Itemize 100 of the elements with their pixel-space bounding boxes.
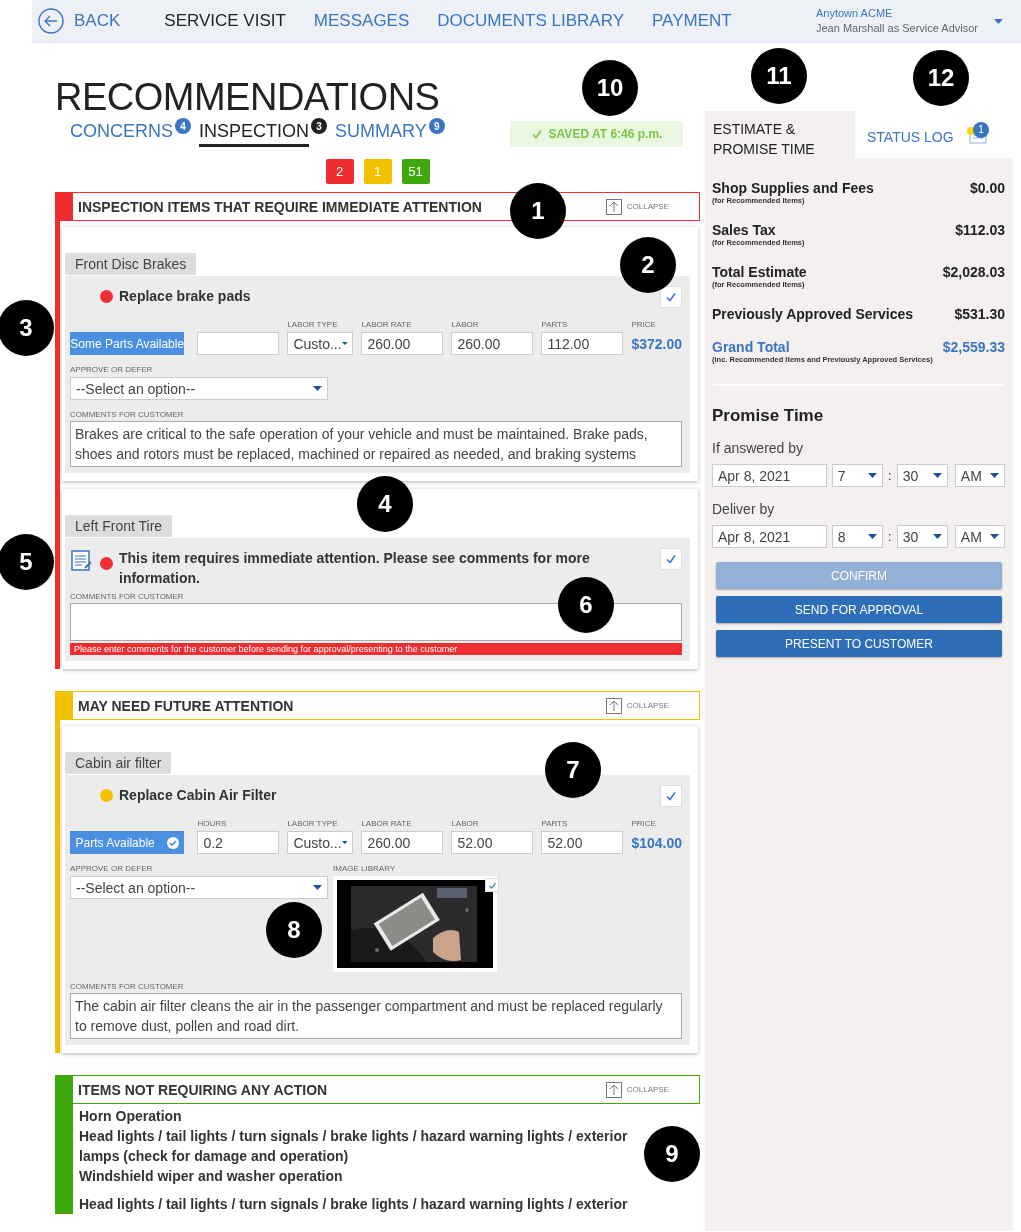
dropdown-caret-icon[interactable] <box>994 18 1003 24</box>
severity-dot <box>100 290 113 303</box>
checkbox[interactable] <box>660 785 682 807</box>
callout-marker: 1 <box>510 183 566 239</box>
nav-link[interactable]: DOCUMENTS LIBRARY <box>437 11 624 31</box>
callout-marker: 10 <box>582 60 638 116</box>
comments-field[interactable]: Brakes are critical to the safe operation of your vehicle and must be maintained. Brake pads, shoes and rotors must be replaced, machined or repaired as needed, and braking systems <box>70 421 682 467</box>
check-icon <box>665 553 677 565</box>
labor-type-select[interactable]: Custo... <box>287 332 354 355</box>
estimate-amount: $2,028.03 <box>942 264 1005 280</box>
field-label: PARTS <box>541 320 568 329</box>
field-label: LABOR TYPE <box>287 320 338 329</box>
promise-label: Deliver by <box>712 501 776 517</box>
category-chip: Left Front Tire <box>65 515 173 537</box>
input-field[interactable]: 0.2 <box>197 831 280 854</box>
back-link[interactable]: BACK <box>38 8 121 34</box>
hour-select[interactable]: 8 <box>831 525 883 548</box>
period-select[interactable]: AM <box>954 525 1005 548</box>
field-label: PARTS <box>541 819 568 828</box>
comments-field[interactable]: The cabin air filter cleans the air in the passenger compartment and must be replaced regularly to remove dust, pollen and road dirt. <box>70 993 682 1039</box>
field-label: COMMENTS FOR CUSTOMER <box>70 982 184 991</box>
estimate-label: Previously Approved Services <box>712 306 915 322</box>
caret-icon <box>990 534 999 539</box>
action-button[interactable]: PRESENT TO CUSTOMER <box>716 630 1002 657</box>
minute-select[interactable]: 30 <box>896 525 948 548</box>
check-icon <box>665 790 677 802</box>
estimate-label: Shop Supplies and Fees <box>712 180 875 196</box>
caret-icon <box>341 840 348 845</box>
field-label: LABOR RATE <box>361 320 412 329</box>
input-field[interactable]: 52.00 <box>451 831 534 854</box>
minute-select[interactable]: 30 <box>896 464 948 487</box>
image-checkbox[interactable] <box>485 878 499 892</box>
collapse-icon <box>605 198 622 215</box>
field-label: COMMENTS FOR CUSTOMER <box>70 410 184 419</box>
section-title: INSPECTION ITEMS THAT REQUIRE IMMEDIATE ATTENTION <box>78 198 482 215</box>
field-label: IMAGE LIBRARY <box>333 864 396 873</box>
count-badge: 1 <box>973 122 989 138</box>
field-label: APPROVE OR DEFER <box>70 864 153 873</box>
checklist-item: Head lights / tail lights / turn signals / brake lights / hazard warning lights / exterior lamps (check for damage and operation) <box>79 1127 629 1166</box>
input-field[interactable] <box>197 332 280 355</box>
notepad-icon[interactable] <box>70 548 94 572</box>
action-button[interactable]: SEND FOR APPROVAL <box>716 596 1002 623</box>
category-chip: Front Disc Brakes <box>65 253 197 275</box>
estimate-label: Sales Tax <box>712 222 777 238</box>
promise-title: Promise Time <box>712 406 825 426</box>
time-separator: : <box>888 468 892 483</box>
page-title: RECOMMENDATIONS <box>55 77 440 117</box>
nav-link[interactable]: SERVICE VISIT <box>164 11 286 31</box>
field-label: LABOR RATE <box>361 819 412 828</box>
count-badge: 4 <box>175 118 191 134</box>
approve-select[interactable]: --Select an option-- <box>70 377 328 400</box>
nav-link[interactable]: PAYMENT <box>652 11 732 31</box>
caret-icon <box>313 885 322 890</box>
estimate-label: Total Estimate <box>712 264 808 280</box>
input-field[interactable]: 260.00 <box>361 332 444 355</box>
input-field[interactable]: 52.00 <box>541 831 624 854</box>
caret-icon <box>313 386 322 391</box>
caret-icon <box>868 473 877 478</box>
price-value: $104.00 <box>631 833 682 853</box>
severity-dot <box>100 789 113 802</box>
promise-label: If answered by <box>712 440 805 456</box>
input-field[interactable]: 112.00 <box>541 332 624 355</box>
approve-select[interactable]: --Select an option-- <box>70 876 328 899</box>
nav-link[interactable]: MESSAGES <box>313 11 410 31</box>
caret-icon <box>932 534 942 539</box>
estimate-label: Grand Total <box>712 339 791 355</box>
input-field[interactable]: 260.00 <box>451 332 534 355</box>
field-label: LABOR TYPE <box>287 819 338 828</box>
estimate-amount: $0.00 <box>969 180 1005 196</box>
estimate-amount: $112.03 <box>955 222 1005 238</box>
estimate-amount: $2,559.33 <box>942 339 1005 355</box>
time-separator: : <box>888 529 892 544</box>
callout-marker: 9 <box>644 1126 700 1182</box>
labor-type-select[interactable]: Custo... <box>287 831 354 854</box>
log-icon <box>967 127 989 145</box>
estimate-amount: $531.30 <box>954 306 1005 322</box>
caret-icon <box>341 341 348 346</box>
hour-select[interactable]: 7 <box>831 464 883 487</box>
field-label: LABOR <box>451 320 479 329</box>
field-label: COMMENTS FOR CUSTOMER <box>70 592 184 601</box>
severity-count[interactable]: 2 <box>325 159 354 184</box>
item-title: Replace Cabin Air Filter <box>119 786 278 805</box>
checklist-item: Horn Operation <box>79 1107 182 1126</box>
date-field[interactable]: Apr 8, 2021 <box>712 464 827 487</box>
count-badge: 3 <box>311 118 328 134</box>
callout-marker: 3 <box>0 300 54 356</box>
field-label: APPROVE OR DEFER <box>70 365 153 374</box>
period-select[interactable]: AM <box>954 464 1005 487</box>
checklist-item: Windshield wiper and washer operation <box>79 1167 343 1186</box>
checkbox[interactable] <box>660 286 682 308</box>
collapse-button[interactable]: COLLAPSE <box>605 697 669 714</box>
date-field[interactable]: Apr 8, 2021 <box>712 525 827 548</box>
input-field[interactable]: 260.00 <box>361 831 444 854</box>
collapse-button[interactable]: COLLAPSE <box>605 1081 669 1098</box>
count-badge: 9 <box>428 118 445 134</box>
checkbox[interactable] <box>660 548 682 570</box>
panel-tab[interactable]: STATUS LOG 1 <box>855 111 1013 158</box>
callout-marker: 12 <box>913 50 969 106</box>
collapse-button[interactable]: COLLAPSE <box>605 198 669 215</box>
check-circle-icon <box>166 836 179 849</box>
